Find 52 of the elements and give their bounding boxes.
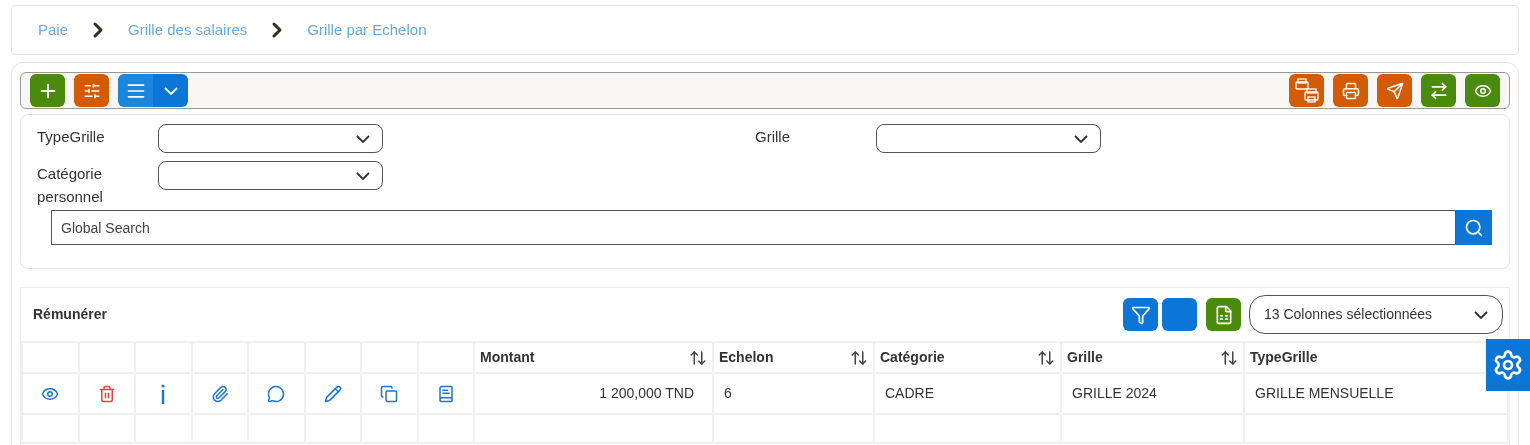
filter-icon [1130,304,1151,325]
copy-icon[interactable] [380,384,399,403]
excel-export-button[interactable] [1206,298,1241,331]
table-cell: CADRE [874,373,1061,414]
pencil-icon[interactable] [323,384,342,403]
sort-icon[interactable] [1220,348,1238,367]
send-button[interactable] [1377,74,1412,107]
transfer-button[interactable] [1421,74,1456,107]
view-button[interactable] [1465,74,1500,107]
trash-icon[interactable] [97,384,116,403]
dropdown-button[interactable] [153,74,188,107]
send-icon [1385,81,1404,100]
sort-icon[interactable] [689,348,707,367]
settings-sliders-button[interactable] [74,74,109,107]
print-button[interactable] [1333,74,1368,107]
table-cell: 6 [713,373,874,414]
column-header[interactable]: TypeGrille [1250,347,1318,368]
chevron-down-icon [356,171,370,180]
table-cell: 1 200,000 TND [474,373,713,414]
chevron-down-icon [163,86,178,95]
add-button[interactable] [30,74,65,107]
sliders-icon [82,81,101,100]
chevron-down-icon [356,134,370,143]
dropdown-field[interactable] [158,161,383,190]
info-icon [160,383,167,404]
filter-label: Catégorie [37,164,103,184]
comment-icon[interactable] [267,384,286,403]
filter-label: personnel [37,187,103,207]
chevron-down-icon [1074,134,1088,143]
dropdown-field[interactable] [876,124,1101,153]
dropdown-field[interactable] [158,124,383,153]
settings-button[interactable] [1486,339,1530,391]
settings-icon [1492,349,1524,381]
table-title: Rémunérer [33,305,107,324]
printer-icon [1341,81,1360,100]
filter-button[interactable] [1123,298,1158,331]
book-icon[interactable] [436,384,455,403]
list-view-button[interactable] [118,74,153,107]
chevron-down-icon [1474,310,1488,319]
search-field[interactable]: Global Search [51,210,1456,245]
two-printers-icon [1294,77,1319,104]
search-icon [1464,217,1484,238]
filter-label: Grille [755,127,790,147]
filter-label: TypeGrille [37,127,105,147]
batch-print-button[interactable] [1289,74,1324,107]
blank-button[interactable] [1162,298,1197,331]
paperclip-icon[interactable] [210,384,229,403]
sort-icon[interactable] [1037,348,1055,367]
table-cell: GRILLE 2024 [1061,373,1244,414]
column-selector[interactable]: 13 Colonnes sélectionnées [1249,295,1503,334]
search-button[interactable] [1456,210,1492,245]
sort-icon[interactable] [850,348,868,367]
